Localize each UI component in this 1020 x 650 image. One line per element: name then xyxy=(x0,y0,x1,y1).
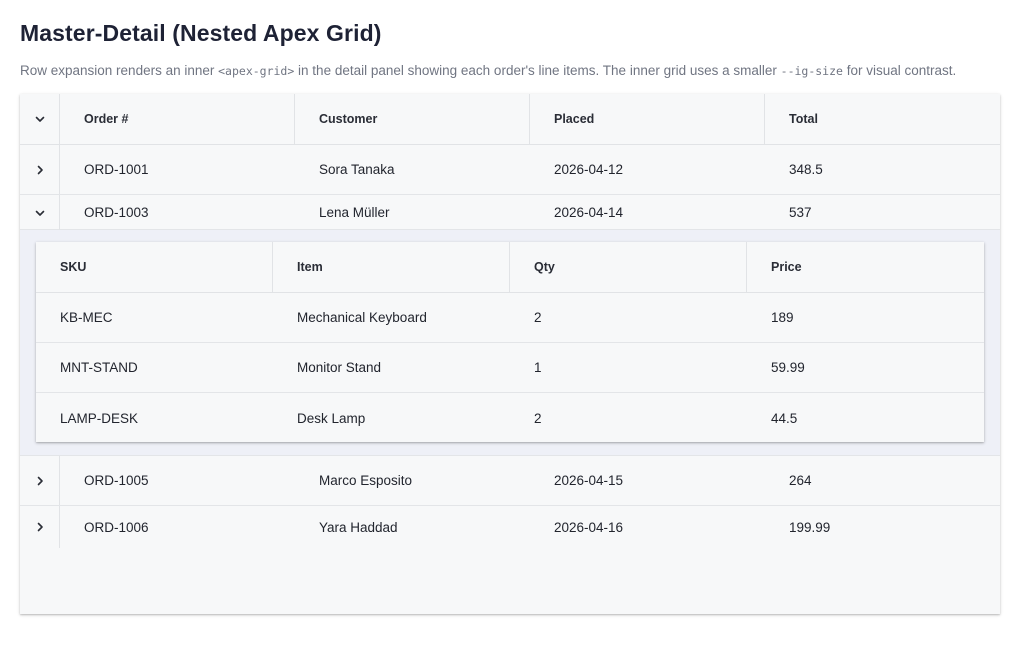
inner-cell-price: 59.99 xyxy=(771,360,805,375)
cell-order: ORD-1001 xyxy=(84,162,149,177)
inner-cell-price: 189 xyxy=(771,310,794,325)
grid-header: Order # Customer Placed Total xyxy=(20,94,1000,145)
cell-total: 264 xyxy=(789,473,812,488)
table-row-expanded[interactable]: ORD-1003 Lena Müller 2026-04-14 537 xyxy=(20,195,1000,230)
master-grid: Order # Customer Placed Total ORD-1001 S… xyxy=(20,94,1000,614)
inner-cell-qty: 2 xyxy=(534,410,542,426)
subtitle-text-1: Row expansion renders an inner xyxy=(20,63,219,78)
column-header-placed[interactable]: Placed xyxy=(530,94,765,144)
cell-placed: 2026-04-15 xyxy=(554,473,624,488)
inner-cell-sku: KB-MEC xyxy=(60,310,113,325)
chevron-right-icon xyxy=(37,476,43,485)
subtitle-code-ig-size: --ig-size xyxy=(780,64,843,78)
inner-grid: SKU Item Qty Price KB-MEC Mechanical Key… xyxy=(36,242,984,442)
cell-customer: Yara Haddad xyxy=(319,519,398,535)
cell-customer: Sora Tanaka xyxy=(319,162,395,177)
cell-placed: 2026-04-12 xyxy=(554,162,624,177)
page-subtitle: Row expansion renders an inner <apex-gri… xyxy=(20,63,956,78)
column-header-customer[interactable]: Customer xyxy=(295,94,530,144)
inner-cell-item: Monitor Stand xyxy=(297,360,382,375)
column-header-order[interactable]: Order # xyxy=(60,94,295,144)
table-row[interactable]: ORD-1001 Sora Tanaka 2026-04-12 348.5 xyxy=(20,145,1000,195)
table-row[interactable]: ORD-1006 Yara Haddad 2026-04-16 199.99 xyxy=(20,506,1000,556)
expand-row-toggle[interactable] xyxy=(20,506,60,548)
subtitle-text-2: in the detail panel showing each order's… xyxy=(294,63,781,78)
cell-order: ORD-1005 xyxy=(84,473,149,488)
collapse-all-toggle[interactable] xyxy=(20,94,60,144)
inner-cell-sku: LAMP-DESK xyxy=(60,410,139,426)
inner-table-row[interactable]: MNT-STAND Monitor Stand 1 59.99 xyxy=(36,343,984,393)
chevron-down-icon xyxy=(35,116,44,122)
chevron-right-icon xyxy=(37,522,43,532)
cell-total: 348.5 xyxy=(789,162,823,177)
inner-grid-header: SKU Item Qty Price xyxy=(36,242,984,293)
cell-customer: Lena Müller xyxy=(319,204,390,220)
inner-cell-item: Desk Lamp xyxy=(297,410,366,426)
inner-cell-qty: 2 xyxy=(534,310,542,325)
chevron-down-icon xyxy=(35,210,44,216)
inner-column-header-price[interactable]: Price xyxy=(747,242,984,292)
inner-cell-item: Mechanical Keyboard xyxy=(297,310,427,325)
column-header-total[interactable]: Total xyxy=(765,94,1000,144)
subtitle-code-apex-grid: <apex-grid> xyxy=(218,64,295,78)
inner-cell-price: 44.5 xyxy=(771,410,798,426)
expand-row-toggle[interactable] xyxy=(20,145,60,194)
cell-placed: 2026-04-14 xyxy=(554,204,624,220)
inner-column-header-qty[interactable]: Qty xyxy=(510,242,747,292)
expand-row-toggle[interactable] xyxy=(20,456,60,505)
subtitle-text-3: for visual contrast. xyxy=(842,63,957,78)
cell-placed: 2026-04-16 xyxy=(554,519,624,535)
cell-total: 537 xyxy=(789,204,812,220)
inner-column-header-sku[interactable]: SKU xyxy=(36,242,273,292)
inner-table-row[interactable]: LAMP-DESK Desk Lamp 2 44.5 xyxy=(36,393,984,443)
inner-table-row[interactable]: KB-MEC Mechanical Keyboard 2 189 xyxy=(36,293,984,343)
table-row[interactable]: ORD-1005 Marco Esposito 2026-04-15 264 xyxy=(20,456,1000,506)
inner-cell-sku: MNT-STAND xyxy=(60,360,138,375)
page-title: Master-Detail (Nested Apex Grid) xyxy=(20,20,382,46)
collapse-row-toggle[interactable] xyxy=(20,195,60,230)
inner-cell-qty: 1 xyxy=(534,360,542,375)
cell-total: 199.99 xyxy=(789,519,831,535)
chevron-right-icon xyxy=(37,165,43,174)
detail-panel: SKU Item Qty Price KB-MEC Mechanical Key… xyxy=(20,230,1000,456)
cell-customer: Marco Esposito xyxy=(319,473,413,488)
cell-order: ORD-1006 xyxy=(84,519,149,535)
cell-order: ORD-1003 xyxy=(84,204,149,220)
inner-column-header-item[interactable]: Item xyxy=(273,242,510,292)
